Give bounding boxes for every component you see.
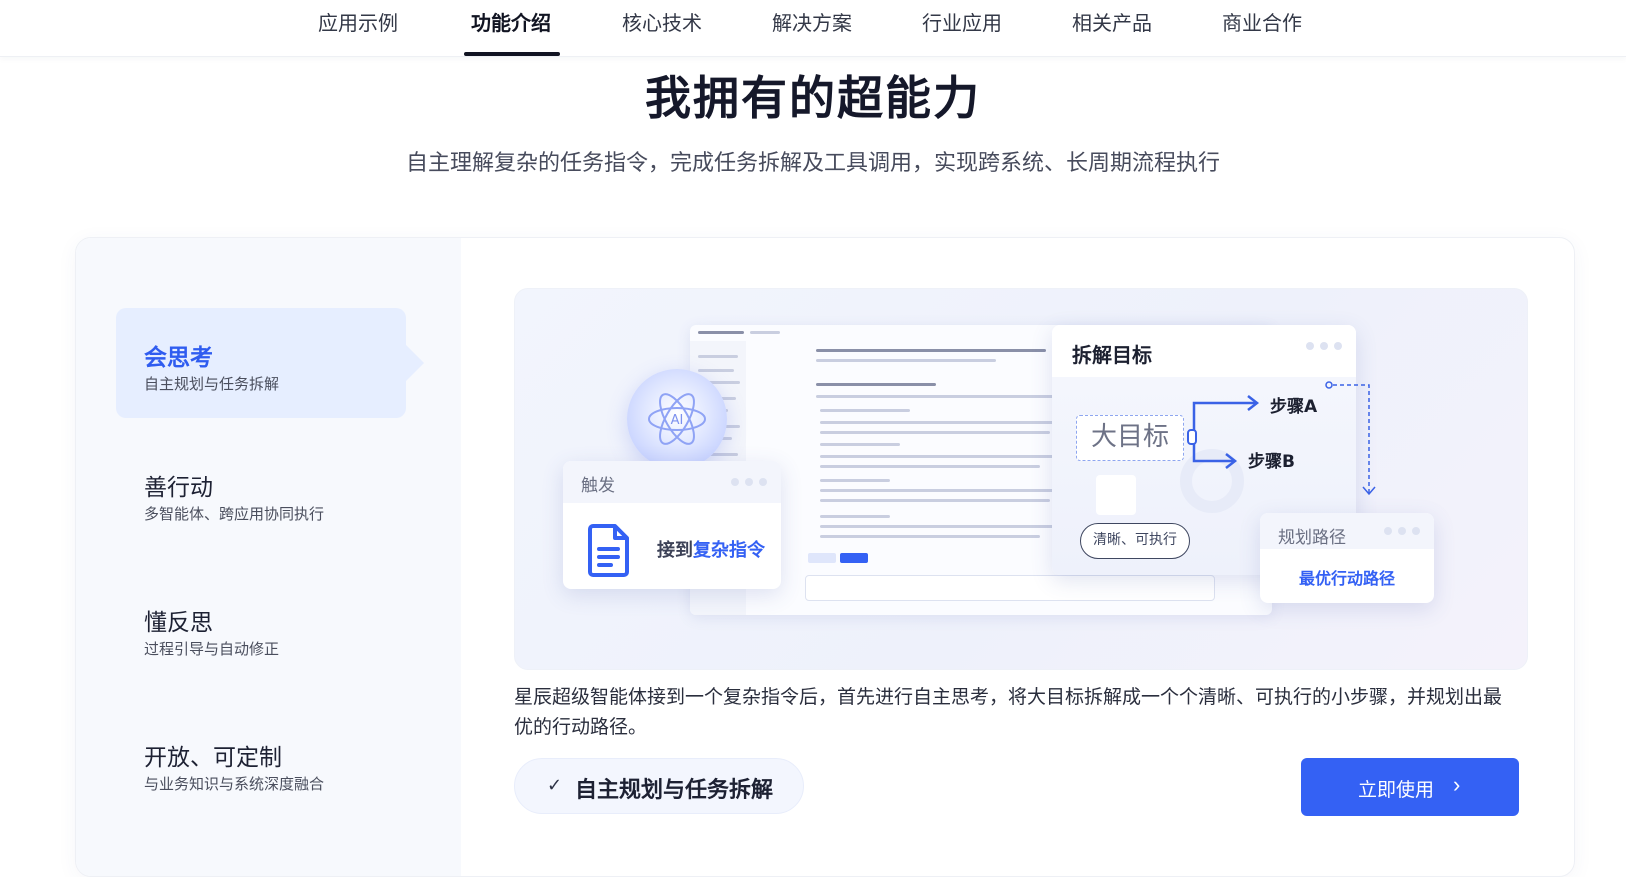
document-icon <box>588 524 629 577</box>
mockup-line <box>820 409 910 412</box>
optimal-path-text: 最优行动路径 <box>1298 569 1395 588</box>
mockup-line <box>820 431 1050 434</box>
window-header: 触发 <box>563 461 781 503</box>
nav-item-solutions[interactable]: 解决方案 <box>772 8 852 48</box>
mockup-line <box>816 359 996 362</box>
decor-block <box>1096 475 1136 515</box>
chevron-right-icon: › <box>1453 772 1461 797</box>
nav-active-indicator <box>464 52 560 56</box>
feature-tag: ✓ 自主规划与任务拆解 <box>514 758 804 814</box>
window-dots <box>1306 342 1342 350</box>
mockup-line <box>820 515 890 518</box>
mockup-line <box>698 331 744 334</box>
mockup-line <box>820 455 1060 458</box>
trigger-window-title: 触发 <box>581 476 615 496</box>
trigger-text-highlight: 复杂指令 <box>693 540 765 561</box>
use-now-label: 立即使用 <box>1357 780 1434 801</box>
section-title: 我拥有的超能力 <box>645 71 981 125</box>
step-a-label: 步骤A <box>1270 397 1318 417</box>
sidebar-item-desc: 多智能体、跨应用协同执行 <box>144 505 325 523</box>
check-icon: ✓ <box>547 775 563 796</box>
use-now-button[interactable]: 立即使用 › <box>1301 758 1519 816</box>
trigger-window: 触发 接到复杂指令 <box>563 461 781 589</box>
feature-illustration: AI 触发 接到复杂指令 拆解目标 大目标 步骤A 步骤B 清晰、可执行 规划路… <box>514 288 1528 670</box>
nav-item-products[interactable]: 相关产品 <box>1072 8 1152 48</box>
feature-card: 会思考 自主规划与任务拆解 善行动 多智能体、跨应用协同执行 懂反思 过程引导与… <box>75 237 1575 877</box>
window-dots <box>731 478 767 486</box>
sidebar-item-customizable[interactable]: 开放、可定制 与业务知识与系统深度融合 <box>116 708 406 818</box>
sidebar-item-title: 懂反思 <box>144 610 213 636</box>
mockup-line <box>816 383 936 386</box>
nav-item-business[interactable]: 商业合作 <box>1222 8 1302 48</box>
goal-window-title: 拆解目标 <box>1072 343 1152 367</box>
mockup-line <box>820 443 900 446</box>
window-dots <box>1384 527 1420 535</box>
mockup-line <box>820 479 890 482</box>
sidebar-item-desc: 自主规划与任务拆解 <box>144 375 280 393</box>
sidebar-item-action[interactable]: 善行动 多智能体、跨应用协同执行 <box>116 438 406 548</box>
nav-item-features[interactable]: 功能介绍 <box>471 8 551 48</box>
sidebar-item-desc: 过程引导与自动修正 <box>144 640 280 658</box>
mockup-line <box>820 489 1060 492</box>
path-window: 规划路径 最优行动路径 <box>1260 513 1434 603</box>
mockup-line <box>820 465 1040 468</box>
dashed-connector <box>1325 381 1376 496</box>
atom-icon: AI <box>648 393 706 445</box>
feature-sidebar: 会思考 自主规划与任务拆解 善行动 多智能体、跨应用协同执行 懂反思 过程引导与… <box>76 238 461 876</box>
mockup-button <box>840 553 868 563</box>
sidebar-item-reflection[interactable]: 懂反思 过程引导与自动修正 <box>116 573 406 683</box>
sidebar-item-title: 开放、可定制 <box>144 745 282 771</box>
mockup-line <box>698 355 738 358</box>
mockup-line <box>820 535 1040 538</box>
window-header: 规划路径 <box>1260 513 1434 549</box>
trigger-text-prefix: 接到 <box>657 540 693 561</box>
mockup-line <box>820 499 1050 502</box>
window-header: 拆解目标 <box>1052 325 1356 367</box>
mockup-line <box>816 349 1046 352</box>
ai-orb-icon: AI <box>627 369 727 469</box>
path-window-title: 规划路径 <box>1278 528 1346 548</box>
trigger-text: 接到复杂指令 <box>657 536 765 562</box>
feature-description: 星辰超级智能体接到一个复杂指令后，首先进行自主思考，将大目标拆解成一个个清晰、可… <box>514 686 1503 738</box>
sidebar-item-desc: 与业务知识与系统深度融合 <box>144 775 325 793</box>
feature-tag-label: 自主规划与任务拆解 <box>575 778 774 803</box>
sidebar-item-thinking[interactable]: 会思考 自主规划与任务拆解 <box>116 308 424 418</box>
sidebar-item-title: 会思考 <box>144 345 213 371</box>
section-subtitle: 自主理解复杂的任务指令，完成任务拆解及工具调用，实现跨系统、长周期流程执行 <box>405 151 1220 176</box>
nav-item-core-tech[interactable]: 核心技术 <box>622 8 702 48</box>
clear-executable-pill: 清晰、可执行 <box>1080 523 1190 559</box>
mockup-line <box>816 395 1056 398</box>
nav-item-examples[interactable]: 应用示例 <box>318 8 398 48</box>
mockup-button <box>808 553 836 563</box>
orb-label: AI <box>671 413 684 428</box>
big-goal-box: 大目标 <box>1076 415 1184 461</box>
nav-item-industry[interactable]: 行业应用 <box>922 8 1002 48</box>
sidebar-item-title: 善行动 <box>144 475 213 501</box>
mockup-line <box>820 525 1060 528</box>
step-b-label: 步骤B <box>1248 452 1295 472</box>
mockup-line <box>750 331 780 334</box>
mockup-input <box>805 575 1215 601</box>
mockup-line <box>820 421 1060 424</box>
top-nav: 应用示例 功能介绍 核心技术 解决方案 行业应用 相关产品 商业合作 <box>0 0 1626 57</box>
